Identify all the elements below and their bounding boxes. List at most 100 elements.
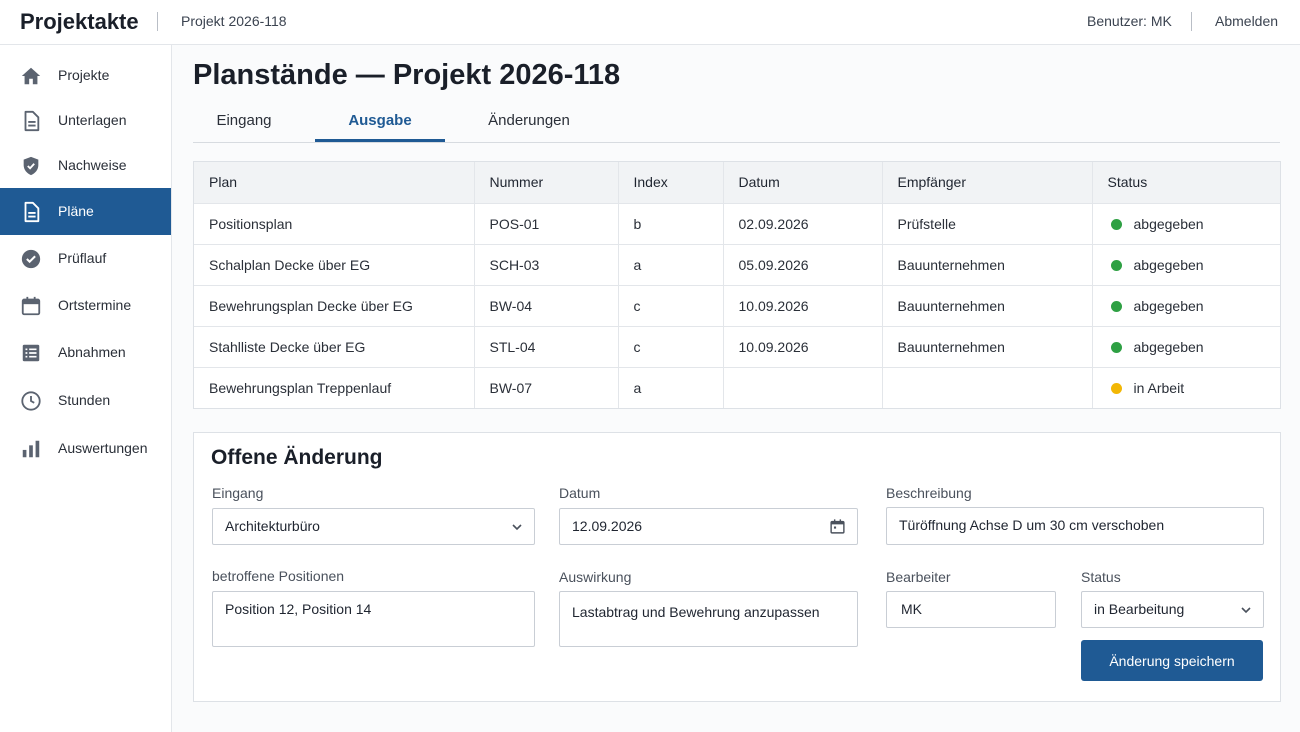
cell-nummer: STL-04 — [474, 326, 619, 368]
tab-aenderungen[interactable]: Änderungen — [465, 112, 593, 129]
cell-index: b — [618, 203, 724, 245]
auswirkung-textarea[interactable]: Lastabtrag und Bewehrung anzupassen — [559, 591, 858, 647]
status-label: Status — [1081, 569, 1121, 585]
sidebar-item-auswertungen[interactable]: Auswertungen — [0, 425, 171, 472]
cell-empfaenger: Bauunternehmen — [882, 285, 1093, 327]
cell-status: abgegeben — [1092, 203, 1280, 245]
positionen-textarea[interactable]: Position 12, Position 14 — [212, 591, 535, 647]
sidebar-item-unterlagen[interactable]: Unterlagen — [0, 97, 171, 144]
status-dot — [1110, 218, 1122, 230]
table-row[interactable]: Stahlliste Decke über EG STL-04 c 10.09.… — [194, 326, 1280, 368]
eingang-select[interactable]: Architekturbüro — [212, 508, 535, 545]
plans-table: Plan Nummer Index Datum Empfänger Status… — [193, 161, 1281, 409]
status-label: abgegeben — [1133, 338, 1204, 355]
column-header-nummer[interactable]: Nummer — [474, 162, 619, 204]
app-title: Projektakte — [20, 9, 139, 34]
datum-input[interactable]: 12.09.2026 — [559, 508, 858, 545]
chevron-down-icon — [512, 524, 522, 531]
cell-nummer: POS-01 — [474, 203, 619, 245]
logout-link[interactable]: Abmelden — [1215, 13, 1278, 29]
column-header-status[interactable]: Status — [1092, 162, 1280, 204]
sidebar-item-ortstermine[interactable]: Ortstermine — [0, 282, 171, 329]
status-label: abgegeben — [1133, 297, 1204, 314]
column-header-plan[interactable]: Plan — [194, 162, 475, 204]
document-icon — [24, 110, 40, 132]
column-header-datum[interactable]: Datum — [723, 162, 883, 204]
divider — [1191, 12, 1192, 31]
sidebar-item-plaene[interactable]: Pläne — [0, 188, 171, 235]
sidebar-item-label: Auswertungen — [58, 440, 148, 456]
sidebar-item-label: Prüflauf — [58, 250, 107, 266]
datum-value: 12.09.2026 — [572, 518, 643, 534]
cell-status: abgegeben — [1092, 285, 1280, 327]
cell-datum: 10.09.2026 — [723, 326, 883, 368]
main-content: Planstände — Projekt 2026-118 Eingang Au… — [172, 45, 1300, 732]
auswirkung-label: Auswirkung — [559, 569, 632, 585]
calendar-icon[interactable] — [829, 518, 846, 535]
cell-empfaenger: Prüfstelle — [882, 203, 1093, 245]
document-icon — [24, 201, 40, 223]
active-tab-indicator — [315, 139, 445, 142]
table-header-row: Plan Nummer Index Datum Empfänger Status — [194, 162, 1280, 204]
sidebar-item-label: Abnahmen — [58, 344, 126, 360]
table-row[interactable]: Schalplan Decke über EG SCH-03 a 05.09.2… — [194, 244, 1280, 286]
cell-status: abgegeben — [1092, 244, 1280, 286]
eingang-value: Architekturbüro — [225, 518, 320, 534]
cell-plan: Schalplan Decke über EG — [194, 244, 475, 286]
table-row[interactable]: Positionsplan POS-01 b 02.09.2026 Prüfst… — [194, 203, 1280, 245]
sidebar-item-stunden[interactable]: Stunden — [0, 377, 171, 424]
table-row[interactable]: Bewehrungsplan Treppenlauf BW-07 a in Ar… — [194, 367, 1280, 408]
checklist-icon — [22, 344, 40, 362]
cell-status: in Arbeit — [1092, 367, 1280, 408]
status-dot — [1110, 341, 1122, 353]
cell-index: a — [618, 244, 724, 286]
sidebar-item-label: Stunden — [58, 392, 111, 408]
beschreibung-input[interactable]: Türöffnung Achse D um 30 cm verschoben — [886, 507, 1264, 545]
table-row[interactable]: Bewehrungsplan Decke über EG BW-04 c 10.… — [194, 285, 1280, 327]
cell-plan: Stahlliste Decke über EG — [194, 326, 475, 368]
bearbeiter-input[interactable]: MK — [886, 591, 1056, 628]
bar-chart-icon — [22, 440, 40, 458]
sidebar-item-projekte[interactable]: Projekte — [0, 52, 171, 99]
tab-ausgabe[interactable]: Ausgabe — [315, 112, 445, 129]
calendar-icon — [21, 296, 41, 316]
sidebar-item-label: Nachweise — [58, 157, 127, 173]
cell-datum: 02.09.2026 — [723, 203, 883, 245]
status-dot — [1110, 300, 1122, 312]
cell-status: abgegeben — [1092, 326, 1280, 368]
tab-eingang[interactable]: Eingang — [193, 112, 295, 129]
cell-plan: Bewehrungsplan Decke über EG — [194, 285, 475, 327]
column-header-empfaenger[interactable]: Empfänger — [882, 162, 1093, 204]
cell-plan: Bewehrungsplan Treppenlauf — [194, 367, 475, 408]
column-header-index[interactable]: Index — [618, 162, 724, 204]
status-select[interactable]: in Bearbeitung — [1081, 591, 1264, 628]
cell-empfaenger: Bauunternehmen — [882, 326, 1093, 368]
sidebar-item-prueflauf[interactable]: Prüflauf — [0, 235, 171, 282]
status-label: in Arbeit — [1133, 379, 1185, 396]
status-value: in Bearbeitung — [1094, 601, 1185, 617]
sidebar-item-label: Ortstermine — [58, 297, 132, 313]
project-breadcrumb[interactable]: Projekt 2026-118 — [181, 13, 287, 29]
eingang-label: Eingang — [212, 485, 264, 501]
user-label: Benutzer: MK — [1087, 13, 1172, 29]
open-change-panel: Offene Änderung Eingang Architekturbüro … — [193, 432, 1281, 702]
check-circle-icon — [21, 249, 41, 269]
cell-datum: 05.09.2026 — [723, 244, 883, 286]
cell-datum: 10.09.2026 — [723, 285, 883, 327]
divider — [157, 12, 158, 31]
page-title: Planstände — Projekt 2026-118 — [193, 59, 621, 91]
beschreibung-label: Beschreibung — [886, 485, 972, 501]
top-bar: Projektakte Projekt 2026-118 Benutzer: M… — [0, 0, 1300, 45]
sidebar-item-nachweise[interactable]: Nachweise — [0, 142, 171, 189]
sidebar-item-abnahmen[interactable]: Abnahmen — [0, 329, 171, 376]
status-label: abgegeben — [1133, 215, 1204, 232]
sidebar-item-label: Unterlagen — [58, 112, 127, 128]
chevron-down-icon — [1241, 607, 1251, 614]
cell-datum — [723, 367, 883, 408]
tab-bar: Eingang Ausgabe Änderungen — [193, 108, 1280, 143]
status-dot — [1110, 259, 1122, 271]
save-change-button[interactable]: Änderung speichern — [1081, 640, 1263, 681]
datum-label: Datum — [559, 485, 601, 501]
status-dot — [1110, 382, 1122, 394]
cell-nummer: SCH-03 — [474, 244, 619, 286]
